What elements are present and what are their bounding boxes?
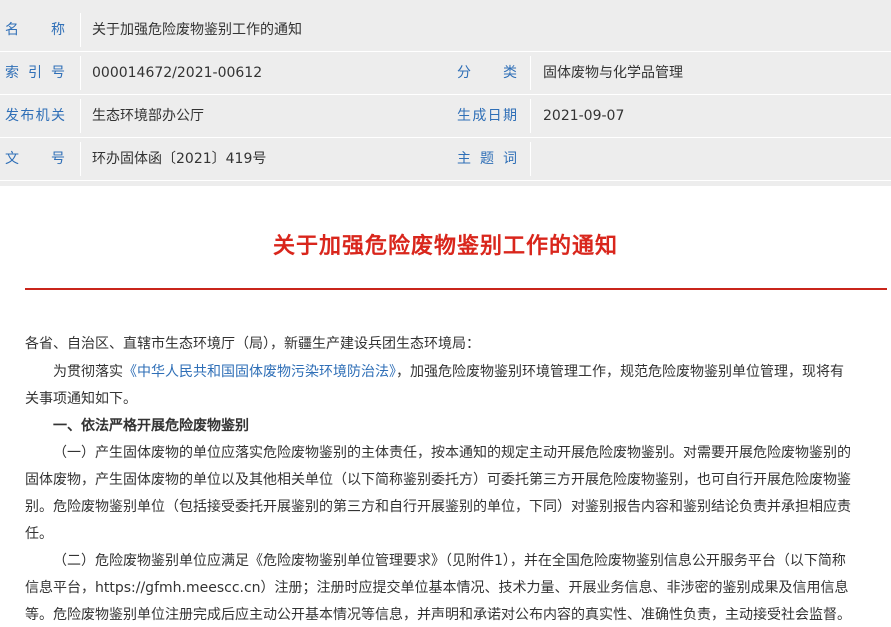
- section-heading: 一、依法严格开展危险废物鉴别: [53, 418, 249, 434]
- paragraph-1-line: 别。危险废物鉴别单位（包括接受委托开展鉴别的第三方和自行开展鉴别的单位，下同）对…: [25, 499, 851, 515]
- paragraph-2-line: 信息平台，https://gfmh.meescc.cn）注册；注册时应提交单位基…: [25, 580, 849, 596]
- meta-label-keywords: 主题词: [457, 151, 517, 167]
- title-divider: [25, 288, 887, 290]
- intro-paragraph: 为贯彻落实《中华人民共和国固体废物污染环境防治法》，加强危险废物鉴别环境管理工作…: [53, 361, 891, 381]
- page: 名称 关于加强危险废物鉴别工作的通知 索引号 000014672/2021-00…: [0, 0, 891, 627]
- meta-value-issuer: 生态环境部办公厅: [92, 108, 204, 124]
- column-divider: [80, 99, 81, 133]
- meta-value-docnumber: 环办固体函〔2021〕419号: [92, 151, 267, 167]
- column-divider: [530, 56, 531, 90]
- meta-row-name: 名称 关于加强危险废物鉴别工作的通知: [0, 9, 891, 52]
- paragraph-1-line: （一）产生固体废物的单位应落实危险废物鉴别的主体责任，按本通知的规定主动开展危险…: [53, 445, 851, 461]
- meta-label-docnumber: 文号: [5, 151, 65, 167]
- paragraph-2-line: （二）危险废物鉴别单位应满足《危险废物鉴别单位管理要求》（见附件1），并在全国危…: [53, 553, 846, 569]
- meta-row-index: 索引号 000014672/2021-00612 分类 固体废物与化学品管理: [0, 52, 891, 95]
- meta-value-date: 2021-09-07: [543, 108, 625, 124]
- intro-text-post: ，加强危险废物鉴别环境管理工作，规范危险废物鉴别单位管理，现将有: [396, 364, 844, 380]
- meta-value-name: 关于加强危险废物鉴别工作的通知: [92, 22, 302, 38]
- meta-value-index: 000014672/2021-00612: [92, 65, 263, 81]
- law-link[interactable]: 《中华人民共和国固体废物污染环境防治法》: [123, 364, 396, 380]
- meta-row-docnumber: 文号 环办固体函〔2021〕419号 主题词: [0, 138, 891, 181]
- column-divider: [80, 56, 81, 90]
- meta-row-issuer: 发布机关 生态环境部办公厅 生成日期 2021-09-07: [0, 95, 891, 138]
- metadata-table: 名称 关于加强危险废物鉴别工作的通知 索引号 000014672/2021-00…: [0, 0, 891, 186]
- article-title: 关于加强危险废物鉴别工作的通知: [272, 234, 618, 259]
- column-divider: [80, 142, 81, 176]
- meta-label-name: 名称: [5, 22, 65, 38]
- intro-text-pre: 为贯彻落实: [53, 364, 123, 380]
- meta-value-category: 固体废物与化学品管理: [543, 65, 683, 81]
- salutation: 各省、自治区、直辖市生态环境厅（局），新疆生产建设兵团生态环境局：: [25, 336, 480, 352]
- paragraph-1-line: 任。: [25, 526, 53, 542]
- meta-label-index: 索引号: [5, 65, 65, 81]
- meta-label-category: 分类: [457, 65, 517, 81]
- column-divider: [80, 13, 81, 47]
- intro-paragraph-line2: 关事项通知如下。: [25, 391, 137, 407]
- paragraph-2-line: 等。危险废物鉴别单位注册完成后应主动公开基本情况等信息，并声明和承诺对公布内容的…: [25, 607, 851, 623]
- paragraph-1-line: 固体废物，产生固体废物的单位以及其他相关单位（以下简称鉴别委托方）可委托第三方开…: [25, 472, 851, 488]
- meta-label-date: 生成日期: [457, 108, 517, 124]
- meta-label-issuer: 发布机关: [5, 108, 65, 124]
- column-divider: [530, 142, 531, 176]
- column-divider: [530, 99, 531, 133]
